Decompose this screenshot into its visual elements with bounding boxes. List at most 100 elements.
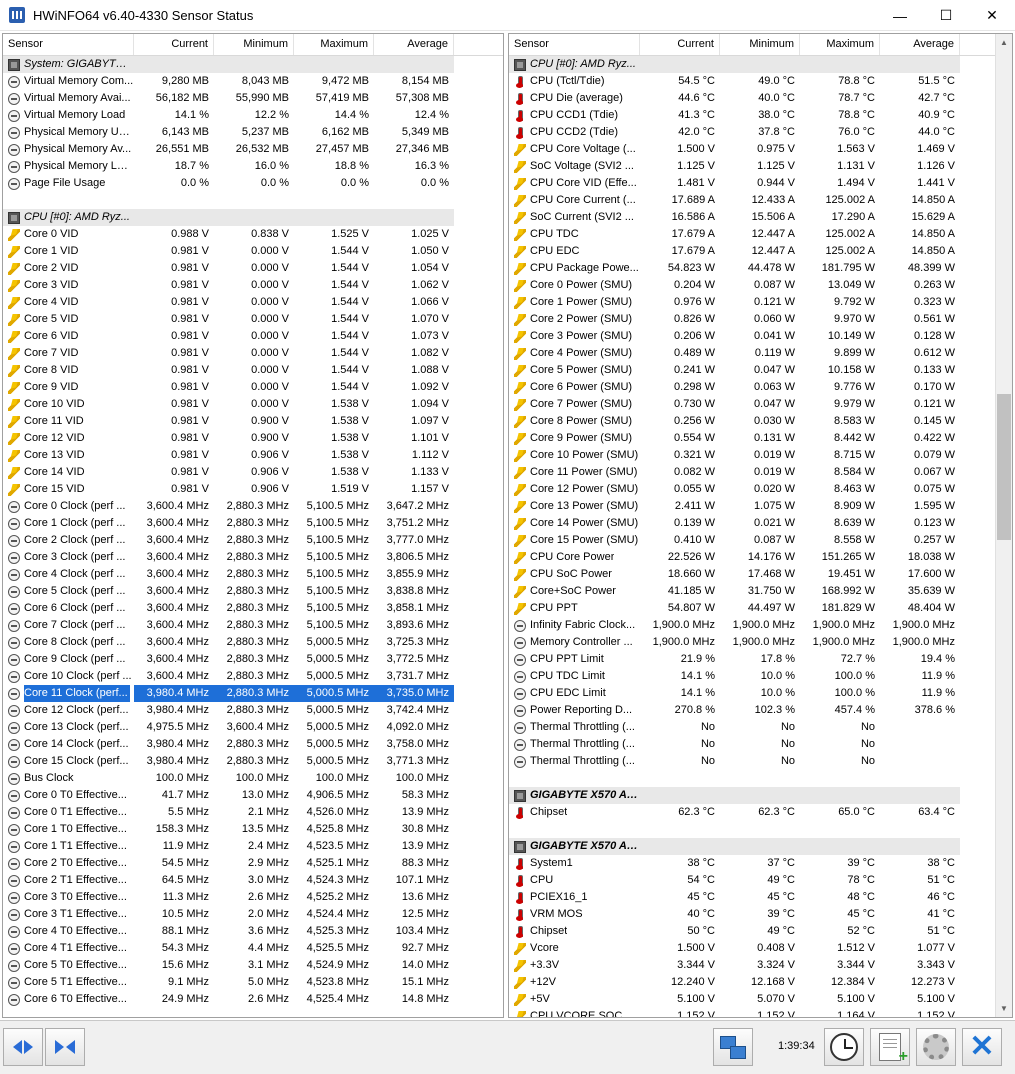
sensor-row[interactable]: CPU TDC 17.679 A 12.447 A 125.002 A 14.850 A bbox=[509, 226, 1012, 243]
sensor-row[interactable]: Core 6 VID 0.981 V 0.000 V 1.544 V 1.073 V bbox=[3, 328, 503, 345]
maximize-button[interactable]: ☐ bbox=[923, 0, 969, 31]
sensor-row[interactable]: CPU Package Powe... 54.823 W 44.478 W 181.7… bbox=[509, 260, 1012, 277]
col-header-minimum[interactable]: Minimum bbox=[214, 34, 294, 55]
sensor-row[interactable]: Core 11 VID 0.981 V 0.900 V 1.538 V 1.097 V bbox=[3, 413, 503, 430]
sensor-row[interactable]: Core 3 VID 0.981 V 0.000 V 1.544 V 1.062 V bbox=[3, 277, 503, 294]
sensor-row[interactable]: Core 10 Power (SMU) 0.321 W 0.019 W 8.715 W… bbox=[509, 447, 1012, 464]
sensor-row[interactable]: Virtual Memory Load 14.1 % 12.2 % 14.4 % 12.… bbox=[3, 107, 503, 124]
sensor-group-header[interactable]: System: GIGABYTE ... bbox=[3, 56, 503, 73]
expand-button[interactable] bbox=[45, 1028, 85, 1066]
sensor-row[interactable]: Core 1 Power (SMU) 0.976 W 0.121 W 9.792 W 0… bbox=[509, 294, 1012, 311]
sensor-row[interactable]: Core 12 Power (SMU) 0.055 W 0.020 W 8.463 W… bbox=[509, 481, 1012, 498]
sensor-row[interactable]: Core 6 Clock (perf ... 3,600.4 MHz 2,880.3… bbox=[3, 600, 503, 617]
col-header-minimum[interactable]: Minimum bbox=[720, 34, 800, 55]
sensor-row[interactable]: Core 14 Power (SMU) 0.139 W 0.021 W 8.639 W… bbox=[509, 515, 1012, 532]
sensor-row[interactable]: Power Reporting D... 270.8 % 102.3 % 457.4 … bbox=[509, 702, 1012, 719]
network-button[interactable] bbox=[713, 1028, 753, 1066]
sensor-row[interactable]: +5V 5.100 V 5.070 V 5.100 V 5.100 V bbox=[509, 991, 1012, 1008]
sensor-row[interactable]: Core 0 Power (SMU) 0.204 W 0.087 W 13.049 W… bbox=[509, 277, 1012, 294]
sensor-row[interactable]: CPU Core Current (... 17.689 A 12.433 A 125… bbox=[509, 192, 1012, 209]
sensor-row[interactable]: Core 2 VID 0.981 V 0.000 V 1.544 V 1.054 V bbox=[3, 260, 503, 277]
sensor-row[interactable]: Core 0 T0 Effective... 41.7 MHz 13.0 MHz 4,… bbox=[3, 787, 503, 804]
sensor-row[interactable]: Core 0 Clock (perf ... 3,600.4 MHz 2,880.3… bbox=[3, 498, 503, 515]
sensor-row[interactable]: Core 2 T1 Effective... 64.5 MHz 3.0 MHz 4,5… bbox=[3, 872, 503, 889]
sensor-row[interactable]: Core 3 Clock (perf ... 3,600.4 MHz 2,880.3… bbox=[3, 549, 503, 566]
sensor-row[interactable]: CPU SoC Power 18.660 W 17.468 W 19.451 W 17.… bbox=[509, 566, 1012, 583]
scroll-up-icon[interactable]: ▲ bbox=[996, 34, 1012, 51]
sensor-row[interactable]: Core 14 Clock (perf... 3,980.4 MHz 2,880.3… bbox=[3, 736, 503, 753]
close-sensors-button[interactable]: ✕ bbox=[962, 1028, 1002, 1066]
sensor-row[interactable]: Core 6 T0 Effective... 24.9 MHz 2.6 MHz 4,5… bbox=[3, 991, 503, 1008]
sensor-row[interactable]: Core 10 VID 0.981 V 0.000 V 1.538 V 1.094 V bbox=[3, 396, 503, 413]
sensor-row[interactable]: Core 2 Power (SMU) 0.826 W 0.060 W 9.970 W 0… bbox=[509, 311, 1012, 328]
sensor-row[interactable]: CPU Die (average) 44.6 °C 40.0 °C 78.7 °C 42… bbox=[509, 90, 1012, 107]
sensor-row[interactable]: Core 5 T1 Effective... 9.1 MHz 5.0 MHz 4,52… bbox=[3, 974, 503, 991]
sensor-row[interactable]: Chipset 62.3 °C 62.3 °C 65.0 °C 63.4 °C bbox=[509, 804, 1012, 821]
sensor-row[interactable]: CPU PPT 54.807 W 44.497 W 181.829 W 48.404 W bbox=[509, 600, 1012, 617]
sensor-row[interactable]: VRM MOS 40 °C 39 °C 45 °C 41 °C bbox=[509, 906, 1012, 923]
sensor-row[interactable]: Core 1 Clock (perf ... 3,600.4 MHz 2,880.3… bbox=[3, 515, 503, 532]
sensor-row[interactable]: Core 1 T1 Effective... 11.9 MHz 2.4 MHz 4,5… bbox=[3, 838, 503, 855]
sensor-row[interactable]: Core 5 Clock (perf ... 3,600.4 MHz 2,880.3… bbox=[3, 583, 503, 600]
sensor-row[interactable]: Infinity Fabric Clock... 1,900.0 MHz 1,900… bbox=[509, 617, 1012, 634]
scroll-down-icon[interactable]: ▼ bbox=[996, 1000, 1012, 1017]
sensor-row[interactable]: +3.3V 3.344 V 3.324 V 3.344 V 3.343 V bbox=[509, 957, 1012, 974]
sensor-row[interactable]: CPU Core Voltage (... 1.500 V 0.975 V 1.563… bbox=[509, 141, 1012, 158]
sensor-row[interactable]: CPU EDC 17.679 A 12.447 A 125.002 A 14.850 A bbox=[509, 243, 1012, 260]
sensor-row[interactable]: Virtual Memory Com... 9,280 MB 8,043 MB 9,4… bbox=[3, 73, 503, 90]
sensor-row[interactable]: Core 4 VID 0.981 V 0.000 V 1.544 V 1.066 V bbox=[3, 294, 503, 311]
close-window-button[interactable]: ✕ bbox=[969, 0, 1015, 31]
sensor-row[interactable]: Core 14 VID 0.981 V 0.906 V 1.538 V 1.133 V bbox=[3, 464, 503, 481]
add-log-button[interactable] bbox=[870, 1028, 910, 1066]
sensor-row[interactable]: CPU CCD1 (Tdie) 41.3 °C 38.0 °C 78.8 °C 40.9… bbox=[509, 107, 1012, 124]
sensor-group-header[interactable]: GIGABYTE X570 AO... bbox=[509, 838, 1012, 855]
sensor-row[interactable]: Core 3 T1 Effective... 10.5 MHz 2.0 MHz 4,5… bbox=[3, 906, 503, 923]
sensor-row[interactable]: Core 2 Clock (perf ... 3,600.4 MHz 2,880.3… bbox=[3, 532, 503, 549]
settings-button[interactable] bbox=[916, 1028, 956, 1066]
sensor-row[interactable]: Chipset 50 °C 49 °C 52 °C 51 °C bbox=[509, 923, 1012, 940]
sensor-row[interactable]: Core 15 Power (SMU) 0.410 W 0.087 W 8.558 W… bbox=[509, 532, 1012, 549]
sensor-row[interactable]: Core 10 Clock (perf ... 3,600.4 MHz 2,880.… bbox=[3, 668, 503, 685]
col-header-average[interactable]: Average bbox=[374, 34, 454, 55]
sensor-row[interactable]: Core 5 T0 Effective... 15.6 MHz 3.1 MHz 4,5… bbox=[3, 957, 503, 974]
sensor-group-header[interactable]: GIGABYTE X570 AO... bbox=[509, 787, 1012, 804]
sensor-row[interactable]: Core 12 VID 0.981 V 0.900 V 1.538 V 1.101 V bbox=[3, 430, 503, 447]
sensor-row[interactable]: Core 8 VID 0.981 V 0.000 V 1.544 V 1.088 V bbox=[3, 362, 503, 379]
col-header-current[interactable]: Current bbox=[134, 34, 214, 55]
col-header-sensor[interactable]: Sensor bbox=[3, 34, 134, 55]
sensor-row[interactable]: Core 4 Power (SMU) 0.489 W 0.119 W 9.899 W 0… bbox=[509, 345, 1012, 362]
sensor-row[interactable]: Core 15 Clock (perf... 3,980.4 MHz 2,880.3… bbox=[3, 753, 503, 770]
sensor-row[interactable]: Core 7 Clock (perf ... 3,600.4 MHz 2,880.3… bbox=[3, 617, 503, 634]
sensor-row[interactable]: Virtual Memory Avai... 56,182 MB 55,990 MB… bbox=[3, 90, 503, 107]
sensor-row[interactable]: Page File Usage 0.0 % 0.0 % 0.0 % 0.0 % bbox=[3, 175, 503, 192]
sensor-row[interactable]: Core 9 Clock (perf ... 3,600.4 MHz 2,880.3… bbox=[3, 651, 503, 668]
sensor-row[interactable]: Core 15 VID 0.981 V 0.906 V 1.519 V 1.157 V bbox=[3, 481, 503, 498]
sensor-row[interactable]: CPU TDC Limit 14.1 % 10.0 % 100.0 % 11.9 % bbox=[509, 668, 1012, 685]
reset-clock-button[interactable] bbox=[824, 1028, 864, 1066]
sensor-row[interactable]: Core 7 VID 0.981 V 0.000 V 1.544 V 1.082 V bbox=[3, 345, 503, 362]
sensor-row[interactable]: Core 3 T0 Effective... 11.3 MHz 2.6 MHz 4,5… bbox=[3, 889, 503, 906]
sensor-row[interactable]: SoC Current (SVI2 ... 16.586 A 15.506 A 17.… bbox=[509, 209, 1012, 226]
sensor-row[interactable]: Physical Memory Load 18.7 % 16.0 % 18.8 % 16… bbox=[3, 158, 503, 175]
sensor-row[interactable]: Core 11 Clock (perf... 3,980.4 MHz 2,880.3… bbox=[3, 685, 503, 702]
sensor-row[interactable]: SoC Voltage (SVI2 ... 1.125 V 1.125 V 1.131… bbox=[509, 158, 1012, 175]
sensor-row[interactable]: System1 38 °C 37 °C 39 °C 38 °C bbox=[509, 855, 1012, 872]
sensor-row[interactable]: Core 13 VID 0.981 V 0.906 V 1.538 V 1.112 V bbox=[3, 447, 503, 464]
sensor-row[interactable]: Vcore 1.500 V 0.408 V 1.512 V 1.077 V bbox=[509, 940, 1012, 957]
sensor-row[interactable]: Core 0 VID 0.988 V 0.838 V 1.525 V 1.025 V bbox=[3, 226, 503, 243]
collapse-button[interactable] bbox=[3, 1028, 43, 1066]
sensor-row[interactable]: Bus Clock 100.0 MHz 100.0 MHz 100.0 MHz 100.… bbox=[3, 770, 503, 787]
sensor-row[interactable]: Core 9 Power (SMU) 0.554 W 0.131 W 8.442 W 0… bbox=[509, 430, 1012, 447]
sensor-row[interactable]: Core 12 Clock (perf... 3,980.4 MHz 2,880.3… bbox=[3, 702, 503, 719]
sensor-row[interactable]: Core 11 Power (SMU) 0.082 W 0.019 W 8.584 W… bbox=[509, 464, 1012, 481]
sensor-row[interactable]: Core 6 Power (SMU) 0.298 W 0.063 W 9.776 W 0… bbox=[509, 379, 1012, 396]
sensor-row[interactable]: PCIEX16_1 45 °C 45 °C 48 °C 46 °C bbox=[509, 889, 1012, 906]
sensor-row[interactable]: Core 4 Clock (perf ... 3,600.4 MHz 2,880.3… bbox=[3, 566, 503, 583]
sensor-row[interactable]: Core 13 Clock (perf... 4,975.5 MHz 3,600.4… bbox=[3, 719, 503, 736]
sensor-row[interactable]: Core 1 T0 Effective... 158.3 MHz 13.5 MHz 4… bbox=[3, 821, 503, 838]
sensor-row[interactable]: Thermal Throttling (... No No No bbox=[509, 753, 1012, 770]
sensor-row[interactable]: CPU EDC Limit 14.1 % 10.0 % 100.0 % 11.9 % bbox=[509, 685, 1012, 702]
sensor-row[interactable]: Core 2 T0 Effective... 54.5 MHz 2.9 MHz 4,5… bbox=[3, 855, 503, 872]
sensor-row[interactable]: CPU Core Power 22.526 W 14.176 W 151.265 W 1… bbox=[509, 549, 1012, 566]
scrollbar-thumb[interactable] bbox=[997, 394, 1011, 540]
